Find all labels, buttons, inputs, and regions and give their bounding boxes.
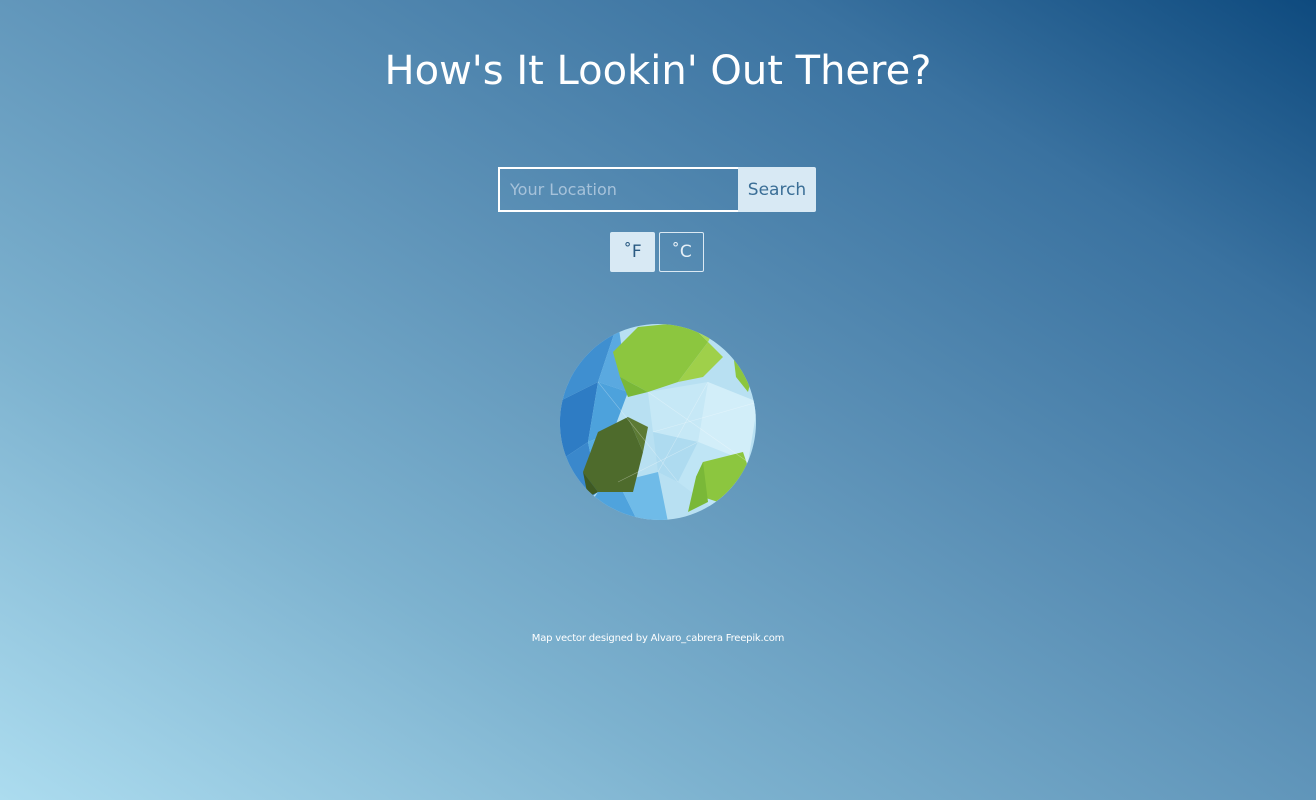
globe-graphic: [559, 324, 757, 521]
search-form: Search: [498, 167, 816, 212]
page-title: How's It Lookin' Out There?: [384, 48, 932, 94]
search-button[interactable]: Search: [738, 167, 816, 212]
credit-text: Map vector designed by Alvaro_cabrera Fr…: [531, 633, 785, 644]
fahrenheit-button[interactable]: ˚F: [610, 232, 655, 272]
globe-icon: [558, 322, 758, 522]
celsius-button[interactable]: ˚C: [659, 232, 704, 272]
location-input[interactable]: [498, 167, 738, 212]
unit-toggle: ˚F ˚C: [610, 232, 704, 272]
